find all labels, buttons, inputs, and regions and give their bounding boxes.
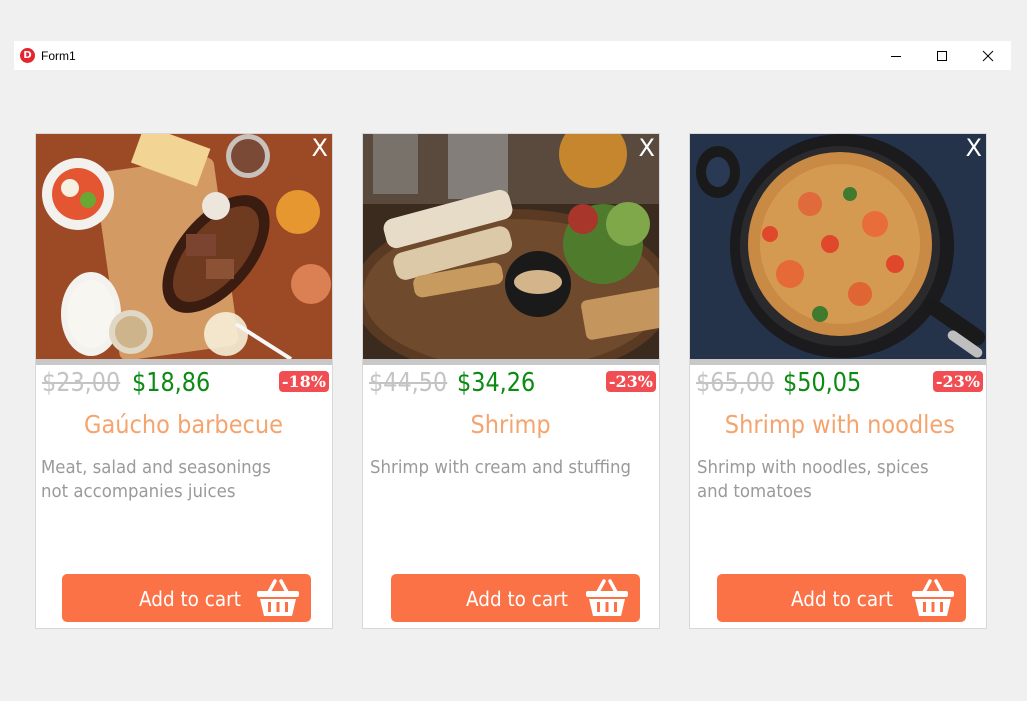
add-to-cart-label: Add to cart (791, 587, 893, 611)
new-price: $18,86 (132, 368, 211, 398)
new-price: $50,05 (783, 368, 862, 398)
close-window-button[interactable] (965, 41, 1011, 70)
minimize-icon (891, 55, 901, 57)
old-price: $44,50 (369, 368, 448, 398)
add-to-cart-button[interactable]: Add to cart (391, 574, 640, 622)
product-card: X $65,00 $50,05 -23% Shrimp with noodles… (689, 133, 987, 629)
product-image-barbecue (36, 134, 332, 359)
maximize-icon (937, 50, 947, 61)
product-name: Shrimp (470, 410, 552, 439)
discount-badge: -23% (932, 371, 983, 392)
add-to-cart-label: Add to cart (466, 587, 568, 611)
image-divider (690, 359, 986, 365)
add-to-cart-button[interactable]: Add to cart (717, 574, 966, 622)
remove-card-button[interactable]: X (312, 136, 328, 160)
product-description: Meat, salad and seasonings not accompani… (41, 457, 271, 502)
window-title: Form1 (41, 48, 76, 63)
product-name: Gaúcho barbecue (84, 410, 284, 439)
old-price: $23,00 (42, 368, 121, 398)
product-description: Shrimp with cream and stuffing (370, 457, 632, 478)
maximize-button[interactable] (919, 41, 965, 70)
remove-card-button[interactable]: X (639, 136, 655, 160)
app-icon: D (20, 48, 35, 63)
window-controls (873, 41, 1011, 70)
minimize-button[interactable] (873, 41, 919, 70)
product-card: X $23,00 $18,86 -18% Gaúcho barbecue Mea… (35, 133, 333, 629)
shopping-basket-icon (257, 579, 299, 616)
add-to-cart-label: Add to cart (139, 587, 241, 611)
product-name: Shrimp with noodles (724, 410, 956, 439)
shopping-basket-icon (912, 579, 954, 616)
discount-badge: -23% (605, 371, 656, 392)
product-description: Shrimp with noodles, spices and tomatoes (697, 457, 929, 502)
discount-badge: -18% (278, 371, 329, 392)
shopping-basket-icon (586, 579, 628, 616)
product-image-shrimp (363, 134, 659, 359)
image-divider (363, 359, 659, 365)
old-price: $65,00 (696, 368, 775, 398)
product-card: X $44,50 $34,26 -23% Shrimp Shrimp with … (362, 133, 660, 629)
add-to-cart-button[interactable]: Add to cart (62, 574, 311, 622)
product-image-shrimp-noodles (690, 134, 986, 359)
close-icon (982, 50, 994, 61)
title-bar[interactable]: D Form1 (14, 41, 1011, 70)
new-price: $34,26 (457, 368, 536, 398)
remove-card-button[interactable]: X (966, 136, 982, 160)
app-window: D Form1 X $23,00 $18,86 -18% Gaúcho barb… (14, 41, 1011, 701)
image-divider (36, 359, 332, 365)
